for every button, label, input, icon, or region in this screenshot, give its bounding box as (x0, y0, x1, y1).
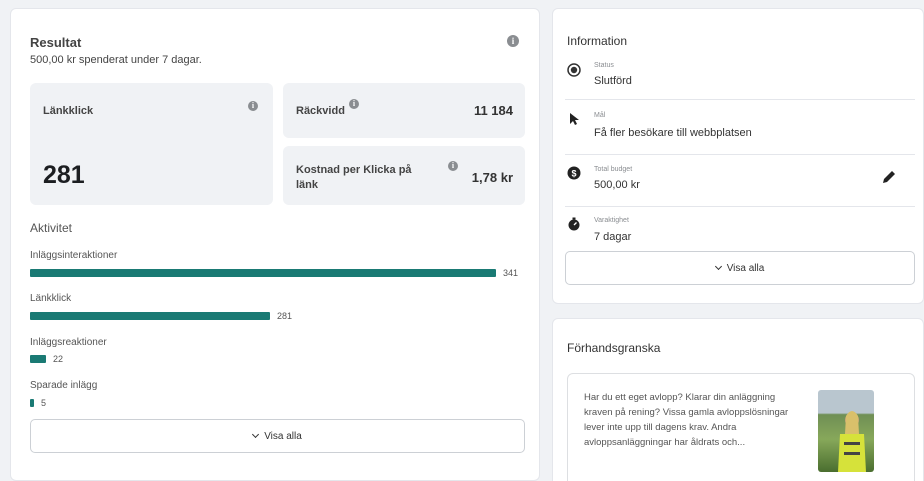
budget-label: Total budget (594, 166, 633, 173)
activity-value: 5 (41, 398, 47, 408)
budget-coin-icon: $ (567, 166, 581, 180)
activity-value: 341 (503, 268, 519, 278)
activity-label: Inläggsreaktioner (30, 337, 107, 348)
information-title: Information (567, 34, 628, 48)
svg-text:$: $ (571, 169, 576, 179)
results-card: Resultat i 500,00 kr spenderat under 7 d… (10, 8, 540, 481)
duration-label: Varaktighet (594, 217, 629, 224)
info-icon[interactable]: i (448, 161, 458, 171)
status-radio-icon (567, 63, 581, 77)
person-photo-icon (838, 411, 866, 472)
edit-pencil-icon[interactable] (881, 169, 897, 185)
info-icon[interactable]: i (349, 99, 359, 109)
activity-value: 281 (277, 311, 293, 321)
activity-label: Länkklick (30, 293, 72, 304)
status-value: Slutförd (594, 75, 632, 87)
cursor-arrow-icon (570, 113, 579, 125)
post-text: Har du ett eget avlopp? Klarar din anläg… (584, 392, 789, 448)
show-all-label: Visa alla (726, 262, 765, 274)
activity-bar (30, 355, 46, 363)
info-icon[interactable]: i (507, 35, 519, 47)
chevron-down-icon (252, 430, 260, 439)
divider (565, 99, 915, 100)
results-title: Resultat (30, 35, 82, 50)
divider (565, 154, 915, 155)
activity-bar (30, 399, 34, 407)
activity-value: 22 (53, 354, 64, 364)
metric-cost-per-click: Kostnad per Klicka på länk i 1,78 kr (283, 146, 525, 205)
activity-bar (30, 269, 496, 277)
metric-value: 281 (43, 161, 85, 189)
activity-label: Sparade inlägg (30, 380, 98, 391)
divider (565, 206, 915, 207)
metric-label: Länkklick (43, 105, 94, 117)
results-subtitle: 500,00 kr spenderat under 7 dagar. (30, 54, 202, 66)
activity-title: Aktivitet (30, 221, 73, 235)
post-thumbnail (818, 390, 874, 472)
preview-title: Förhandsgranska (567, 341, 661, 355)
goal-label: Mål (594, 112, 606, 119)
post-preview[interactable]: Har du ett eget avlopp? Klarar din anläg… (567, 373, 915, 481)
stopwatch-icon (568, 217, 580, 231)
metric-reach: Räckvidd i 11 184 (283, 83, 525, 138)
activity-label: Inläggsinteraktioner (30, 250, 118, 261)
preview-card: Förhandsgranska Har du ett eget avlopp? … (552, 318, 924, 481)
goal-value: Få fler besökare till webbplatsen (594, 127, 752, 139)
info-icon[interactable]: i (248, 101, 258, 111)
metric-value: 1,78 kr (471, 170, 513, 185)
status-label: Status (594, 62, 614, 69)
information-card: Information Status Slutförd Mål Få fler … (552, 8, 924, 304)
show-all-activity-button[interactable]: Visa alla (30, 419, 525, 453)
show-all-label: Visa alla (264, 430, 302, 442)
budget-value: 500,00 kr (594, 179, 640, 191)
metric-label: Kostnad per Klicka på länk (296, 164, 412, 191)
duration-value: 7 dagar (594, 231, 632, 243)
chevron-down-icon (714, 262, 722, 271)
metric-value: 11 184 (473, 103, 513, 118)
metric-label: Räckvidd (296, 105, 345, 117)
activity-bar (30, 312, 270, 320)
metric-link-clicks: Länkklick i 281 (30, 83, 273, 205)
show-all-info-button[interactable]: Visa alla (565, 251, 915, 285)
